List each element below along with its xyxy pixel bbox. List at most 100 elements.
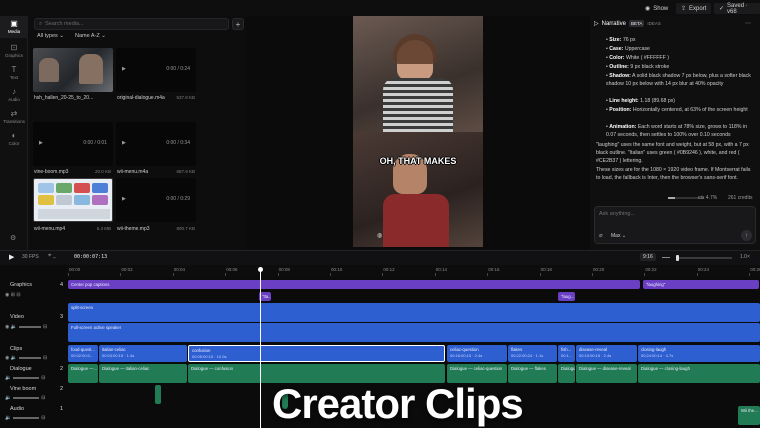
rail-transitions[interactable]: ⇄ Transitions [0,106,28,128]
thumb-tile [38,195,54,205]
play-icon[interactable]: ▶ [122,140,126,146]
media-name: hsh_hallen_20-25_to_20... [34,95,94,101]
dialogue-clip[interactable]: Dialogue —... [68,364,98,383]
play-icon[interactable]: ▶ [122,66,126,72]
ruler-tick-mark [539,273,541,276]
sort-filter[interactable]: Name A-Z ⌄ [75,33,106,39]
media-thumb-audio-4[interactable]: ▶ 0:00 / 0:34 [116,122,196,166]
clip[interactable]: fish... 00:1... [558,345,575,362]
narrative-line: • Outline: 9 px black stroke [606,64,670,70]
track-controls[interactable]: 🔉 ⊟ [5,415,45,421]
ruler-tick: 00:20 [593,267,605,272]
tool-select[interactable]: ⌖ ⌄ [48,253,56,260]
preview-bottom-frame [353,132,483,247]
rail-graphics[interactable]: ⊡ Graphics [0,40,28,62]
video-clip[interactable]: split-screen [68,303,760,322]
ask-input[interactable]: Ask anything... ⌀ Max ⌄ ↑ [594,206,756,244]
playhead[interactable] [260,270,261,428]
vine-boom-clip[interactable] [155,385,161,404]
graphics-icon: ⊡ [10,43,18,52]
track-header-video: Video 3 [10,314,64,320]
play-icon[interactable]: ▶ [122,196,126,202]
export-icon: ⇪ [681,6,687,12]
narrative-paragraph: These sizes are for the 1080 × 1920 vide… [596,167,751,181]
ruler-tick-mark [330,273,331,276]
search-input[interactable]: ⌕ Search media... [34,18,229,30]
track-controls[interactable]: ◉ 🔉 ⊟ [5,355,47,361]
saved-status[interactable]: ✓ Saved · v68 [714,3,760,15]
track-controls[interactable]: 🔉 ⊟ [5,395,45,401]
show-button[interactable]: ◉ Show [640,3,673,14]
clip[interactable]: celiac-question 00:16:00:15 · 2.4s [447,345,507,362]
clip[interactable]: closing-laugh 00:24:00:14 · 4.7s [638,345,760,362]
color-icon: ◐ [11,131,17,140]
dialogue-clip[interactable]: Dialogue — disease-reveal [576,364,637,383]
video-preview[interactable]: OH, THAT MAKES ◍ [353,16,483,247]
rail-color[interactable]: ◐ Color [0,128,28,150]
ruler-tick: 00:18 [540,267,552,272]
ruler-tick: 00:26 [750,267,760,272]
track-controls[interactable]: 🔉 ⊟ [5,375,45,381]
clip[interactable]: food-quest... 00:02:00:0... [68,345,98,362]
play-button[interactable]: ▶ [9,253,14,261]
media-size: 537.8 KB [176,95,195,100]
audio-clip[interactable]: Wii the... [738,406,760,425]
zoom-slider[interactable] [676,255,732,261]
ruler-tick-mark [172,273,174,276]
clip[interactable]: flakes 00:22:00:24 · 1.1s [508,345,557,362]
aspect-select[interactable]: 9:16 [640,253,656,261]
narrative-paragraph: "laughing" uses the same font and weight… [596,142,749,164]
play-icon[interactable]: ▶ [39,140,43,146]
media-thumb-audio-2[interactable]: ▶ 0:00 / 0:24 [116,48,196,92]
zoom-out-icon[interactable] [662,257,670,258]
ruler-tick-mark [592,273,593,276]
track-visibility-icon[interactable]: ◉ ⊞ ⊟ [5,292,21,298]
clip[interactable]: italian-celiac 00:03:00:15 · 1.4s [99,345,187,362]
track-header-dialogue: Dialogue 2 [10,366,64,372]
thumb-tile [74,195,90,205]
zoom-handle[interactable] [676,255,679,261]
track-header-vine-boom: Vine boom 2 [10,386,64,392]
clip-selected[interactable]: confusion 00:05:00:15 · 10.0s [188,345,445,362]
video-clip[interactable]: Full-screen active speaker [68,323,760,342]
media-name: vine-boom.mp3 [34,169,69,175]
send-button[interactable]: ↑ [741,230,752,241]
dialogue-clip[interactable]: Dialogue — closing-laugh [638,364,760,383]
thumb-tile [92,195,108,205]
type-filter[interactable]: All types ⌄ [37,33,64,39]
attach-icon[interactable]: ⌀ [599,232,603,239]
media-size: 800.7 KB [176,226,195,231]
media-name: original-dialogue.m4a [117,95,165,101]
rail-audio[interactable]: ♪ Audio [0,84,28,106]
track-controls[interactable]: ◉ 🔉 ⊟ [5,324,47,330]
dialogue-clip[interactable]: Dialogu... [558,364,575,383]
graphics-clip[interactable]: Center pop captions [68,280,640,289]
track-header-clips: Clips [10,346,23,352]
watermark-text: Creator Clips [272,380,524,427]
narrative-line: • Size: 76 px [606,37,636,43]
media-name: wii-theme.mp3 [117,226,150,232]
rail-text[interactable]: T Text [0,62,28,84]
ruler-tick-mark [749,273,751,276]
media-thumb-video-5[interactable] [33,178,113,222]
ruler-tick: 00:16 [488,267,500,272]
add-media-button[interactable]: + [232,18,244,30]
more-options-icon[interactable]: ⋯ [745,20,751,27]
rail-media[interactable]: ▣ Media [0,16,28,38]
media-thumb-audio-3[interactable]: ▶ 0:00 / 0:01 [33,122,113,166]
settings-icon[interactable]: ⚙ [10,234,16,242]
clip[interactable]: disease-reveal 00:19:00:15 · 2.4s [576,345,637,362]
model-select[interactable]: Max ⌄ [611,233,626,239]
media-thumb-audio-6[interactable]: ▶ 0:00 / 0:29 [116,178,196,222]
dialogue-clip[interactable]: Dialogue — italian-celiac [99,364,187,383]
graphics-clip-small[interactable]: "laug... [558,292,575,301]
thumb-tile [92,183,108,193]
graphics-clip[interactable]: "laughing" [643,280,759,289]
media-thumb-video-1[interactable] [33,48,113,92]
thumb-tile [74,183,90,193]
media-size: 687.9 KB [176,169,195,174]
ideas-tab[interactable]: IDEAS [647,21,661,26]
export-button[interactable]: ⇪ Export [676,3,712,14]
ruler-tick-mark [487,273,489,276]
thumb-tile [56,195,72,205]
